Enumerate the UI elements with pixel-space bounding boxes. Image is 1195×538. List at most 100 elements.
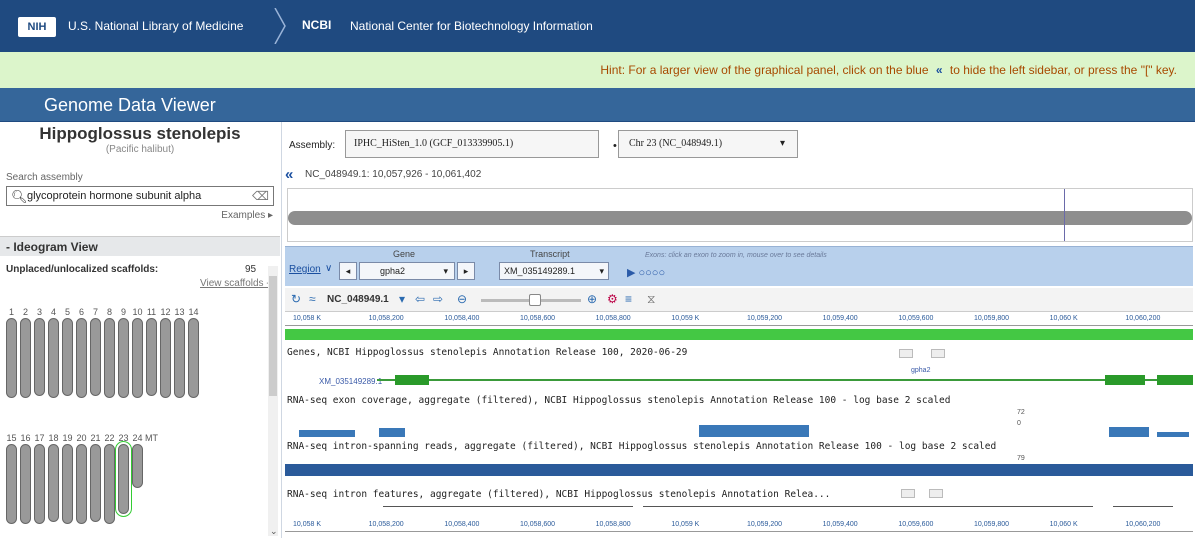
intron-feature[interactable] <box>1113 506 1173 507</box>
chromosome-ideogram[interactable] <box>188 318 199 398</box>
sidebar-scrollbar[interactable] <box>268 266 278 536</box>
chromosome-ideogram[interactable] <box>146 318 157 396</box>
chromosome-ideogram[interactable] <box>90 444 101 522</box>
exon-feature[interactable] <box>395 375 429 385</box>
chromosome-24[interactable]: 24 <box>132 432 143 524</box>
chromosome-5[interactable]: 5 <box>62 306 73 398</box>
chromosome-ideogram[interactable] <box>20 318 31 398</box>
dropdown-icon[interactable]: ▾ <box>399 292 405 306</box>
track-settings-button[interactable] <box>901 489 915 498</box>
chromosome-4[interactable]: 4 <box>48 306 59 398</box>
chromosome-15[interactable]: 15 <box>6 432 17 524</box>
nlm-link[interactable]: U.S. National Library of Medicine <box>68 19 243 33</box>
chromosome-ideogram[interactable] <box>104 444 115 524</box>
chromosome-11[interactable]: 11 <box>146 306 157 398</box>
chromosome-ideogram[interactable] <box>76 318 87 398</box>
chromosome-ideogram[interactable] <box>48 444 59 522</box>
chromosome-1[interactable]: 1 <box>6 306 17 398</box>
chromosome-ideogram[interactable] <box>174 318 185 398</box>
examples-link[interactable]: Examples ▸ <box>221 210 273 221</box>
coverage-block[interactable] <box>699 425 809 437</box>
pan-left-icon[interactable]: ⇦ <box>415 292 425 306</box>
region-chevron-icon[interactable]: ∨ <box>325 263 332 274</box>
chromosome-ideogram[interactable] <box>104 318 115 398</box>
chromosome-23[interactable]: 23 <box>115 432 132 524</box>
chromosome-22[interactable]: 22 <box>104 432 115 524</box>
zoom-slider-knob[interactable] <box>529 294 541 306</box>
exon-feature[interactable] <box>1105 375 1145 385</box>
chromosome-ideogram[interactable] <box>76 444 87 524</box>
zoom-in-icon[interactable]: ⊕ <box>587 292 597 306</box>
chromosome-17[interactable]: 17 <box>34 432 45 524</box>
chromosome-ideogram[interactable] <box>115 441 132 517</box>
intron-feature[interactable] <box>643 506 1093 507</box>
region-menu[interactable]: Region <box>289 264 321 275</box>
chromosome-ideogram[interactable] <box>6 318 17 398</box>
chromosome-ideogram[interactable] <box>20 444 31 524</box>
gene-name-label[interactable]: gpha2 <box>911 367 930 374</box>
chromosome-14[interactable]: 14 <box>188 306 199 398</box>
gene-accession-label[interactable]: XM_035149289.1 <box>319 377 382 386</box>
chromosome-ideogram[interactable] <box>62 318 73 396</box>
chromosome-21[interactable]: 21 <box>90 432 101 524</box>
chromosome-2[interactable]: 2 <box>20 306 31 398</box>
intron-feature[interactable] <box>383 506 633 507</box>
chromosome-13[interactable]: 13 <box>174 306 185 398</box>
chromosome-ideogram[interactable] <box>132 444 143 488</box>
rnaseq-exon-track-title[interactable]: RNA-seq exon coverage, aggregate (filter… <box>287 395 950 406</box>
chromosome-select[interactable]: Chr 23 (NC_048949.1) ▾ <box>618 130 798 158</box>
rnaseq-intron-spanning-track-title[interactable]: RNA-seq intron-spanning reads, aggregate… <box>287 441 996 452</box>
track-close-button[interactable] <box>929 489 943 498</box>
gene-model-line[interactable] <box>377 379 1193 381</box>
chromosome-ideogram[interactable] <box>62 444 73 524</box>
chromosome-ideogram[interactable] <box>6 444 17 524</box>
exon-navigator[interactable]: ▶ ○○○○ <box>627 266 665 279</box>
chromosome-ideogram[interactable] <box>34 444 45 524</box>
toolbar-accession[interactable]: NC_048949.1 <box>327 294 389 305</box>
scroll-down-icon[interactable]: ⌄ <box>270 526 278 537</box>
assembly-select[interactable]: IPHC_HiSten_1.0 (GCF_013339905.1) <box>345 130 599 158</box>
sequence-icon[interactable]: ≈ <box>309 292 316 306</box>
chromosome-ideogram[interactable] <box>160 318 171 398</box>
coverage-block[interactable] <box>1109 427 1149 437</box>
coverage-block[interactable] <box>379 428 405 437</box>
chromosome-ideogram[interactable] <box>118 318 129 398</box>
chromosome-19[interactable]: 19 <box>62 432 73 524</box>
chromosome-ideogram[interactable] <box>34 318 45 396</box>
chromosome-overview[interactable] <box>287 188 1193 242</box>
chromosome-8[interactable]: 8 <box>104 306 115 398</box>
chromosome-12[interactable]: 12 <box>160 306 171 398</box>
zoom-out-icon[interactable]: ⊖ <box>457 292 467 306</box>
clear-search-icon[interactable]: ⌫ <box>252 189 269 203</box>
transcript-select[interactable]: XM_035149289.1 ▾ <box>499 262 609 280</box>
chromosome-20[interactable]: 20 <box>76 432 87 524</box>
sequence-bar[interactable] <box>285 329 1193 340</box>
chromosome-ideogram[interactable] <box>132 318 143 398</box>
tools-icon[interactable]: ⚙ <box>607 292 618 306</box>
nih-logo[interactable]: NIH <box>18 17 56 37</box>
chromosome-16[interactable]: 16 <box>20 432 31 524</box>
pan-right-icon[interactable]: ⇨ <box>433 292 443 306</box>
chromosome-MT[interactable]: MT <box>145 432 158 524</box>
next-gene-button[interactable]: ▸ <box>457 262 475 280</box>
ideogram-view-heading[interactable]: - Ideogram View <box>0 236 280 256</box>
gene-select[interactable]: gpha2 ▾ <box>359 262 455 280</box>
chromosome-18[interactable]: 18 <box>48 432 59 524</box>
chromosome-6[interactable]: 6 <box>76 306 87 398</box>
ncbi-link[interactable]: NCBI <box>302 18 331 32</box>
chromosome-ideogram[interactable] <box>90 318 101 396</box>
prev-gene-button[interactable]: ◂ <box>339 262 357 280</box>
chromosome-10[interactable]: 10 <box>132 306 143 398</box>
collapse-sidebar-button[interactable]: « <box>285 166 293 183</box>
track-close-button[interactable] <box>931 349 945 358</box>
genes-track-title[interactable]: Genes, NCBI Hippoglossus stenolepis Anno… <box>287 347 687 358</box>
track-settings-button[interactable] <box>899 349 913 358</box>
help-icon[interactable]: ⧖ <box>647 292 655 307</box>
intron-spanning-reads-band[interactable] <box>285 464 1193 476</box>
zoom-slider[interactable] <box>481 294 581 306</box>
view-scaffolds-link[interactable]: View scaffolds -- <box>200 278 273 289</box>
sidebar-scrollbar-thumb[interactable] <box>269 276 277 396</box>
chromosome-9[interactable]: 9 <box>118 306 129 398</box>
rnaseq-intron-features-track-title[interactable]: RNA-seq intron features, aggregate (filt… <box>287 489 830 500</box>
coverage-block[interactable] <box>1157 432 1189 437</box>
